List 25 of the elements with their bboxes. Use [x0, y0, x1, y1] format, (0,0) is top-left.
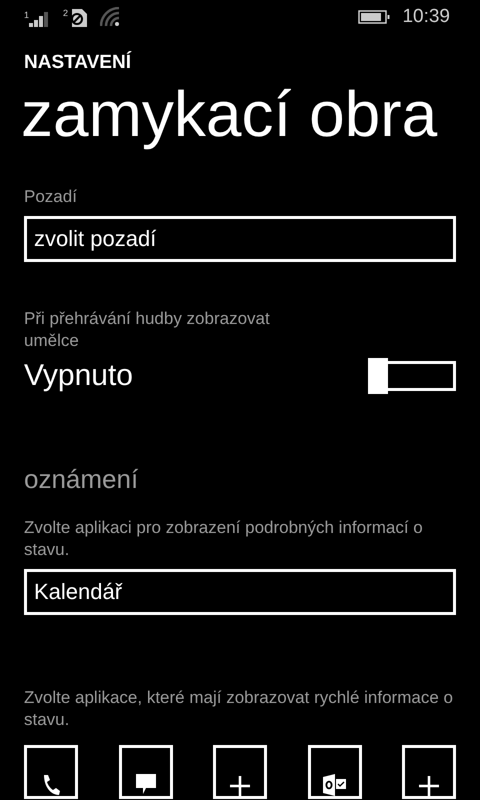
battery-icon [358, 10, 390, 24]
app-picker[interactable]: Kalendář [24, 569, 456, 615]
section-heading: oznámení [24, 464, 140, 495]
app-slot-button[interactable] [308, 745, 362, 799]
setting-label: Při přehrávání hudby zobrazovat umělce [24, 308, 271, 352]
field-label: Pozadí [24, 186, 78, 208]
app-name: NASTAVENÍ [24, 52, 132, 74]
clock: 10:39 [402, 6, 450, 28]
sim-number: 1 [24, 11, 30, 20]
setting-description: Zvolte aplikace, které mají zobrazovat rychlé informace o stavu. [24, 687, 454, 731]
phone-icon [41, 774, 61, 796]
app-slot-button[interactable] [213, 745, 267, 799]
toggle-state: Vypnuto [24, 359, 133, 393]
page-title: zamykací obra [21, 78, 438, 150]
app-slot-button[interactable] [402, 745, 456, 799]
setting-description: Zvolte aplikaci pro zobrazení podrobných informací o stavu. [24, 517, 424, 561]
mail-icon [322, 774, 346, 796]
add-icon [230, 776, 250, 796]
app-slot-button[interactable] [118, 745, 172, 799]
sim-number: 2 [63, 9, 68, 18]
background-picker[interactable]: zvolit pozadí [24, 216, 456, 262]
message-icon [136, 774, 156, 796]
add-icon [419, 776, 439, 796]
toggle-switch[interactable] [368, 358, 456, 394]
app-slot-button[interactable] [24, 745, 78, 799]
